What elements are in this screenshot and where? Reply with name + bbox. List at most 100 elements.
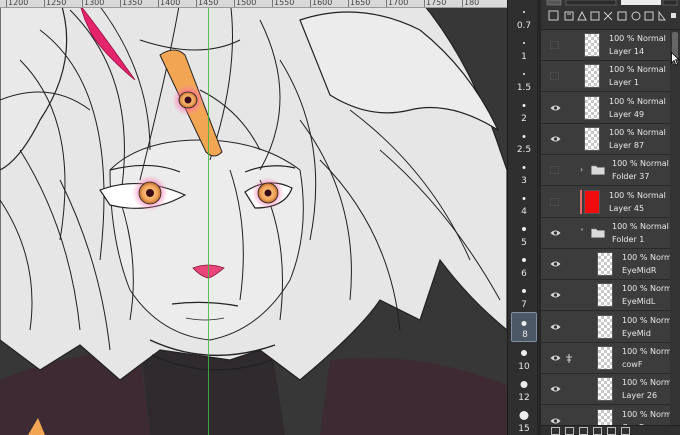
brush-size-15[interactable]: 15 [511, 405, 537, 435]
layer-row[interactable]: 100 % Normal Layer 26 [541, 374, 680, 406]
ruler-label: 1750 [426, 0, 447, 7]
eye-icon[interactable] [550, 135, 561, 143]
mouse-cursor-icon [671, 52, 680, 66]
brush-dot-icon [523, 42, 525, 44]
brush-size-8[interactable]: 8 [511, 312, 537, 342]
ruler-label: 1650 [350, 0, 371, 7]
layer-thumbnail [584, 95, 600, 120]
layer-list: 100 % Normal Layer 14 100 % Normal Layer 11… [541, 30, 680, 425]
ruler-label: 180 [464, 0, 480, 7]
layer-row[interactable]: 100 % Normal Layer 49 [541, 92, 680, 124]
brush-size-0-7[interactable]: 0.7 [511, 2, 537, 32]
layer-name: cowF [622, 360, 643, 369]
layer-thumbnail [597, 252, 613, 277]
layer-blend-mode: 100 % Normal [612, 159, 669, 169]
layer-thumbnail [597, 377, 613, 402]
layer-name: Layer 49 [609, 109, 645, 119]
layer-blend-mode: 100 % Normal [609, 127, 666, 137]
brush-size-3[interactable]: 3 [511, 157, 537, 187]
layer-bottom-toolbar [541, 425, 680, 435]
ruler-tick [234, 0, 235, 7]
brush-size-4[interactable]: 4 [511, 188, 537, 218]
brush-size-label: 4 [521, 207, 527, 217]
brush-size-palette: 0.7 1 1.5 2 2.5 3 4 5 6 7 8 10 12 15 [507, 0, 541, 435]
folder-expander-icon[interactable]: ˅ [580, 228, 584, 238]
eye-icon[interactable] [550, 417, 561, 425]
layer-blend-mode: 100 % Normal [609, 34, 666, 43]
layer-blend-mode: 100 % Normal [612, 221, 669, 231]
layer-row[interactable]: 100 % Normal Layer 1 [541, 61, 680, 93]
new-folder-icon[interactable] [565, 427, 574, 435]
eye-icon[interactable] [550, 291, 561, 299]
brush-dot-icon [522, 165, 526, 169]
brush-size-2[interactable]: 2 [511, 95, 537, 125]
layer-row[interactable]: 100 % Normal Layer 87 [541, 123, 680, 155]
ruler-tick [424, 0, 425, 7]
brush-size-5[interactable]: 5 [511, 219, 537, 249]
brush-size-1-5[interactable]: 1.5 [511, 64, 537, 94]
brush-size-2-5[interactable]: 2.5 [511, 126, 537, 156]
brush-size-label: 7 [521, 300, 527, 310]
brush-size-7[interactable]: 7 [511, 281, 537, 311]
layer-thumbnail [584, 33, 600, 57]
visibility-toggle[interactable] [550, 41, 559, 49]
visibility-toggle[interactable] [550, 197, 559, 206]
eye-icon[interactable] [550, 385, 561, 393]
layer-row[interactable]: 100 % Normal Layer 45 [541, 186, 680, 218]
layer-row[interactable]: 100 % Normal EyeMidR [541, 249, 680, 281]
ruler-label: 1300 [84, 0, 105, 7]
ruler-label: 1250 [46, 0, 67, 7]
brush-size-label: 5 [521, 238, 527, 248]
brush-dot-icon [522, 196, 526, 200]
copy-layer-icon[interactable] [579, 427, 588, 435]
merge-icon[interactable] [607, 427, 616, 435]
brush-dot-icon [522, 227, 526, 231]
ruler-tick [196, 0, 197, 7]
brush-size-label: 1.5 [516, 83, 532, 93]
layer-name: Layer 14 [609, 47, 645, 56]
layer-thumbnail [597, 314, 613, 339]
ruler-tick [386, 0, 387, 7]
eye-icon[interactable] [550, 323, 561, 331]
pin-icon [566, 354, 572, 363]
color-marker [580, 189, 582, 214]
ruler-label: 1600 [312, 0, 333, 7]
ruler-label: 1700 [388, 0, 409, 7]
layer-scrollbar[interactable] [670, 30, 680, 425]
layer-row[interactable]: 100 % Normal Layer 14 [541, 30, 680, 61]
ruler-label: 1350 [122, 0, 143, 7]
brush-size-label: 0.7 [516, 21, 532, 31]
layer-row[interactable]: 100 % Normal EyeMidL [541, 280, 680, 312]
ruler-label: 1500 [236, 0, 257, 7]
mask-icon[interactable] [593, 427, 602, 435]
layer-name: EyeMidL [622, 297, 656, 307]
ruler-label: 1450 [198, 0, 219, 7]
brush-size-1[interactable]: 1 [511, 33, 537, 63]
layer-row[interactable]: 100 % NormalCowB [541, 405, 680, 425]
drawing-canvas[interactable]: 1200 1250 1300 1350 1400 1450 1500 1550 1600 1650… [0, 0, 507, 435]
brush-size-10[interactable]: 10 [511, 343, 537, 373]
eye-icon[interactable] [550, 104, 561, 112]
folder-expander-icon[interactable]: › [580, 165, 583, 175]
layer-folder-row[interactable]: › 100 % Normal Folder 37 [541, 155, 680, 187]
layer-folder-row[interactable]: ˅ 100 % Normal Folder 1 [541, 217, 680, 249]
eye-icon[interactable] [550, 260, 561, 268]
ruler-tick [82, 0, 83, 7]
visibility-toggle[interactable] [550, 166, 559, 175]
delete-icon[interactable] [621, 427, 630, 435]
ruler-tick [272, 0, 273, 7]
eye-icon[interactable] [550, 229, 561, 237]
layer-row[interactable]: 100 % Normal EyeMid [541, 311, 680, 343]
brush-size-label: 10 [518, 362, 530, 372]
eye-icon[interactable] [550, 354, 561, 362]
ruler-label: 1200 [8, 0, 29, 7]
layer-name: Layer 1 [609, 78, 639, 88]
brush-size-12[interactable]: 12 [511, 374, 537, 404]
layer-row[interactable]: 100 % Normal cowF [541, 343, 680, 374]
new-layer-icon[interactable] [551, 427, 560, 435]
layer-toolbar [541, 0, 680, 30]
visibility-toggle[interactable] [550, 72, 559, 81]
brush-size-6[interactable]: 6 [511, 250, 537, 280]
layer-thumbnail [597, 408, 613, 425]
ruler-tick [120, 0, 121, 7]
